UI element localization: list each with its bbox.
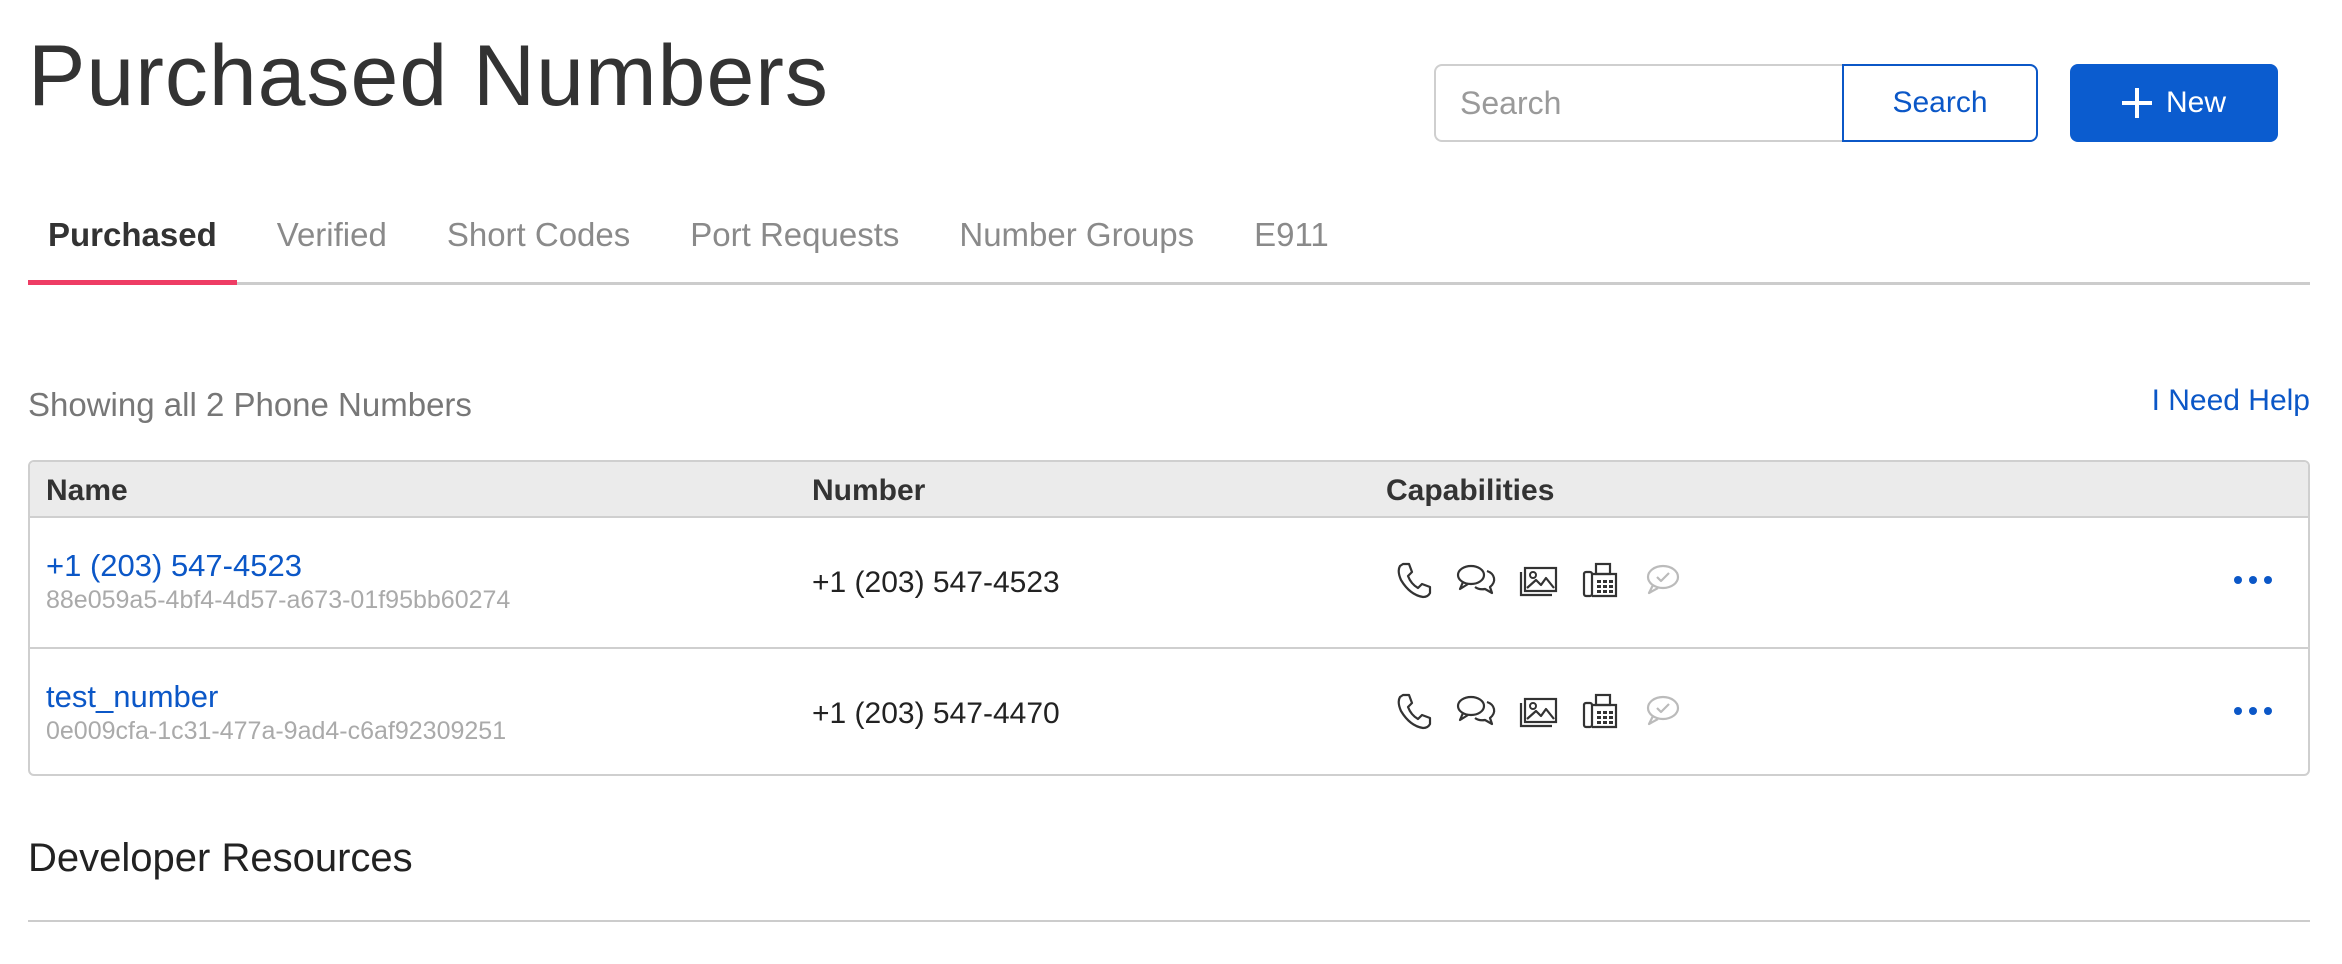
fax-icon <box>1578 689 1622 733</box>
tab-purchased[interactable]: Purchased <box>28 210 237 285</box>
plus-icon <box>2121 88 2152 118</box>
developer-resources-heading: Developer Resources <box>28 836 413 880</box>
tab-short-codes[interactable]: Short Codes <box>427 210 650 282</box>
table-row: test_number 0e009cfa-1c31-477a-9ad4-c6af… <box>30 647 2308 774</box>
voice-icon <box>1392 689 1436 733</box>
tab-port-requests[interactable]: Port Requests <box>670 210 919 282</box>
phone-number: +1 (203) 547-4470 <box>812 697 1060 730</box>
new-number-button[interactable]: New <box>2070 64 2278 142</box>
verified-message-icon <box>1640 558 1684 602</box>
sms-icon <box>1454 558 1498 602</box>
results-summary: Showing all 2 Phone Numbers <box>28 386 472 423</box>
sms-icon <box>1454 689 1498 733</box>
number-name-link[interactable]: test_number <box>46 679 218 715</box>
tab-number-groups[interactable]: Number Groups <box>939 210 1214 282</box>
search-input[interactable] <box>1434 64 1844 142</box>
row-actions-menu[interactable] <box>2234 699 2278 723</box>
mms-icon <box>1516 558 1560 602</box>
page-title: Purchased Numbers <box>28 28 829 124</box>
number-name-link[interactable]: +1 (203) 547-4523 <box>46 548 302 584</box>
tab-e911[interactable]: E911 <box>1234 210 1349 282</box>
fax-icon <box>1578 558 1622 602</box>
mms-icon <box>1516 689 1560 733</box>
column-header-name: Name <box>46 474 128 507</box>
numbers-table: Name Number Capabilities +1 (203) 547-45… <box>28 460 2310 776</box>
capabilities-icons <box>1392 558 1684 602</box>
table-row: +1 (203) 547-4523 88e059a5-4bf4-4d57-a67… <box>30 518 2308 647</box>
column-header-capabilities: Capabilities <box>1386 474 1555 507</box>
table-header: Name Number Capabilities <box>30 462 2308 518</box>
search-button[interactable]: Search <box>1842 64 2038 142</box>
tab-verified[interactable]: Verified <box>257 210 407 282</box>
new-button-label: New <box>2165 86 2226 119</box>
column-header-number: Number <box>812 474 926 507</box>
capabilities-icons <box>1392 689 1684 733</box>
phone-number: +1 (203) 547-4523 <box>812 566 1060 599</box>
section-divider <box>28 920 2310 922</box>
number-id: 88e059a5-4bf4-4d57-a673-01f95bb60274 <box>46 586 511 614</box>
number-id: 0e009cfa-1c31-477a-9ad4-c6af92309251 <box>46 717 507 745</box>
row-actions-menu[interactable] <box>2234 568 2278 592</box>
verified-message-icon <box>1640 689 1684 733</box>
tab-bar: Purchased Verified Short Codes Port Requ… <box>28 210 2310 285</box>
voice-icon <box>1392 558 1436 602</box>
help-link[interactable]: I Need Help <box>2152 384 2310 418</box>
